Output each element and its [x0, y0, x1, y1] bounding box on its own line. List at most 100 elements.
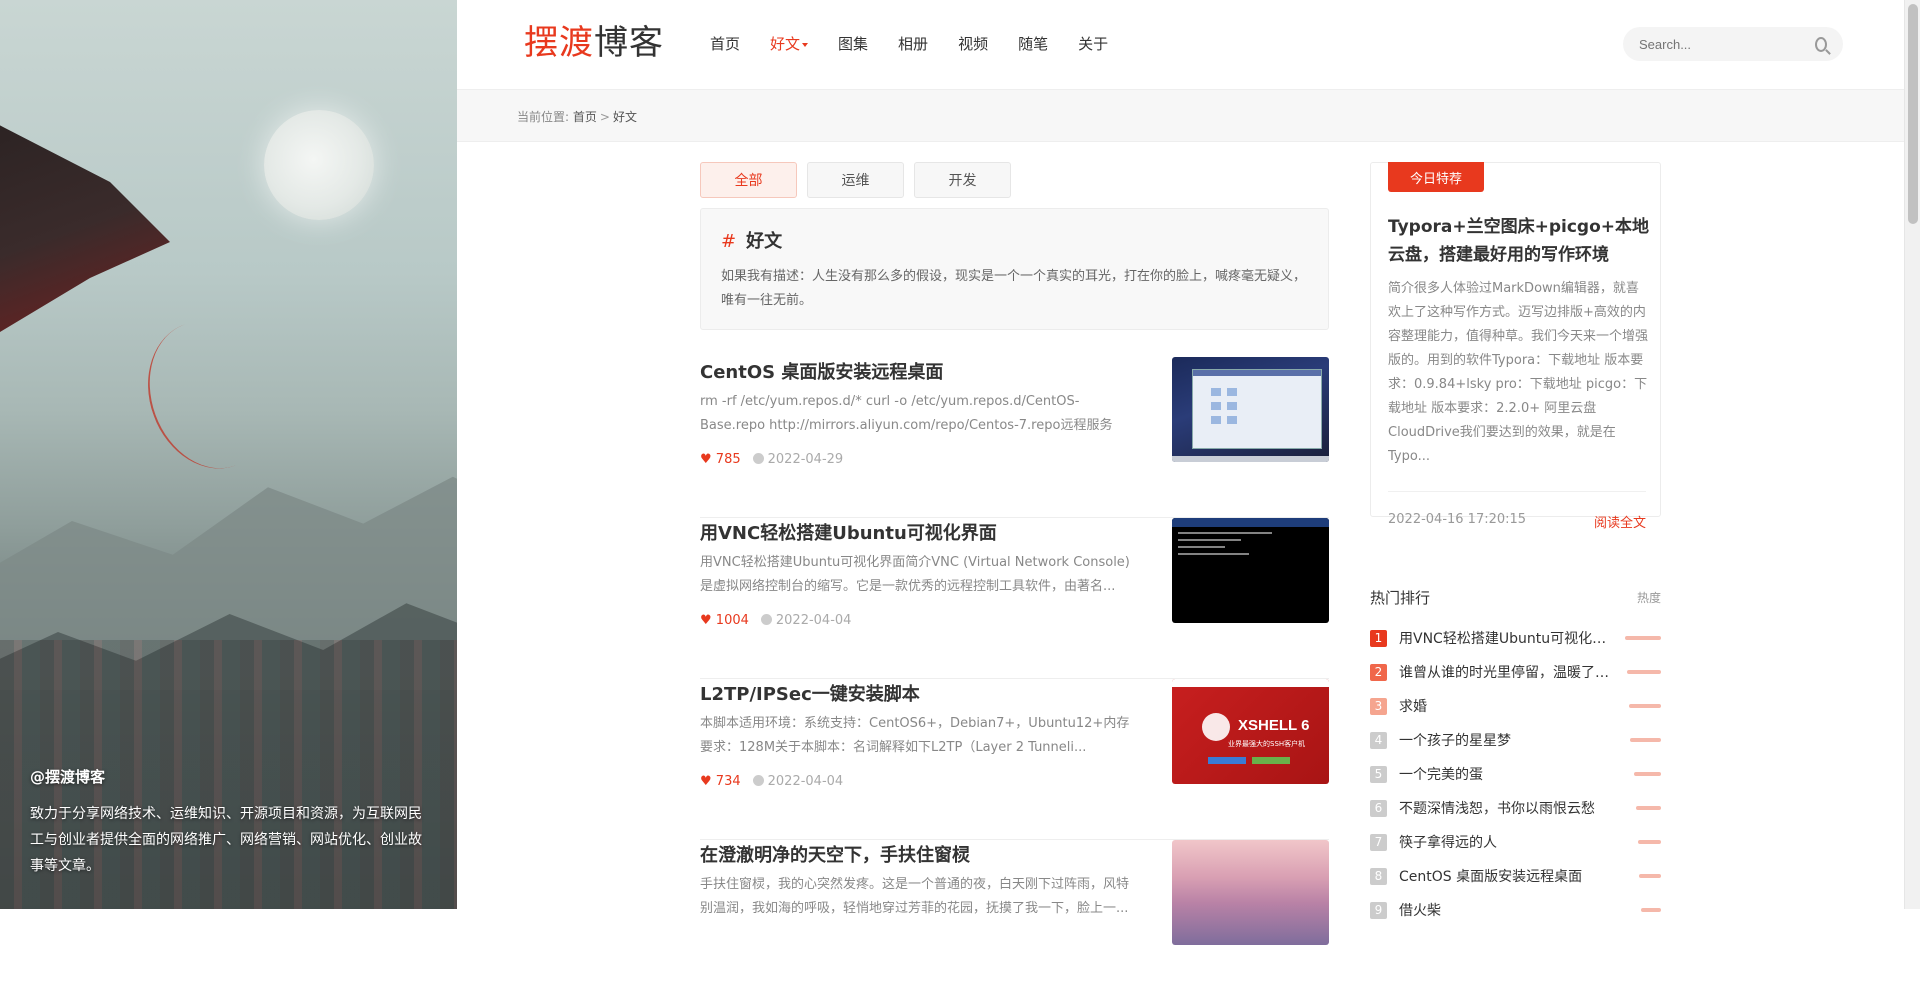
hot-item-title[interactable]: 求婚	[1399, 696, 1609, 716]
heat-bar	[1638, 840, 1661, 844]
tab-dev[interactable]: 开发	[914, 162, 1011, 198]
read-more-link[interactable]: 阅读全文	[1594, 512, 1646, 531]
tab-all[interactable]: 全部	[700, 162, 797, 198]
hot-item-title[interactable]: 用VNC轻松搭建Ubuntu可视化界面	[1399, 628, 1609, 648]
post-item: 在澄澈明净的天空下，手扶住窗棂 手扶住窗棂，我的心突然发疼。这是一个普通的夜，白…	[700, 840, 1329, 1001]
featured-title[interactable]: Typora+兰空图床+picgo+本地云盘，搭建最好用的写作环境	[1388, 213, 1650, 269]
nav-notes[interactable]: 随笔	[1018, 33, 1048, 54]
breadcrumb-separator: >	[599, 110, 610, 124]
likes-value: 734	[715, 774, 741, 789]
breadcrumb-bar: 当前位置: 首页 > 好文	[457, 90, 1904, 142]
hot-list-item[interactable]: 3 求婚	[1370, 689, 1661, 723]
hot-item-title[interactable]: 谁曾从谁的时光里停留，温暖了流年	[1399, 662, 1609, 682]
hot-item-title[interactable]: 一个完美的蛋	[1399, 764, 1609, 784]
breadcrumb-current: 好文	[612, 110, 637, 124]
search-box	[1623, 27, 1843, 61]
post-thumbnail[interactable]: XSHELL 6 业界最强大的SSH客户机	[1172, 679, 1329, 784]
likes-value: 785	[715, 452, 741, 467]
post-item: CentOS 桌面版安装远程桌面 rm -rf /etc/yum.repos.d…	[700, 357, 1329, 518]
folder-icon	[1227, 388, 1237, 396]
hot-list-item[interactable]: 1 用VNC轻松搭建Ubuntu可视化界面	[1370, 621, 1661, 655]
post-title[interactable]: 用VNC轻松搭建Ubuntu可视化界面	[700, 519, 997, 545]
post-title[interactable]: CentOS 桌面版安装远程桌面	[700, 358, 943, 384]
desktop-window	[1192, 369, 1322, 449]
hot-title: 热门排行	[1370, 588, 1431, 607]
search-icon[interactable]	[1815, 36, 1827, 52]
likes-count[interactable]: ♥ 734	[700, 774, 741, 789]
post-meta: ♥ 785 2022-04-29	[700, 452, 843, 467]
folder-icon	[1227, 416, 1237, 424]
nav-video[interactable]: 视频	[958, 33, 988, 54]
hot-item-title[interactable]: 一个孩子的星星梦	[1399, 730, 1609, 750]
breadcrumb-home[interactable]: 首页	[573, 110, 597, 124]
tab-ops[interactable]: 运维	[807, 162, 904, 198]
hash-icon: #	[721, 231, 737, 252]
caret-down-icon	[802, 42, 809, 47]
thumb-button	[1208, 757, 1246, 764]
site-logo[interactable]: 摆渡博客	[524, 22, 664, 64]
desktop-taskbar	[1172, 456, 1329, 462]
clock-icon	[752, 775, 764, 786]
likes-count[interactable]: ♥ 1004	[700, 613, 749, 628]
site-header: 摆渡博客 首页 好文 图集 相册 视频 随笔 关于	[457, 0, 1904, 90]
hero-banner: @摆渡博客 致力于分享网络技术、运维知识、开源项目和资源，为互联网民工与创业者提…	[0, 0, 457, 909]
hot-list-item[interactable]: 8 CentOS 桌面版安装远程桌面	[1370, 859, 1661, 893]
nav-articles-label: 好文	[770, 35, 801, 53]
hot-list-item[interactable]: 4 一个孩子的星星梦	[1370, 723, 1661, 757]
heat-bar	[1625, 636, 1661, 640]
main-nav: 首页 好文 图集 相册 视频 随笔 关于	[710, 33, 1138, 54]
hot-list-item[interactable]: 5 一个完美的蛋	[1370, 757, 1661, 791]
featured-divider	[1388, 491, 1646, 492]
folder-icon	[1211, 388, 1221, 396]
post-item: L2TP/IPSec一键安装脚本 本脚本适用环境：系统支持：CentOS6+，D…	[700, 679, 1329, 840]
likes-count[interactable]: ♥ 785	[700, 452, 741, 467]
post-thumbnail[interactable]	[1172, 357, 1329, 462]
post-date-value: 2022-04-04	[767, 774, 844, 789]
rank-badge: 2	[1370, 663, 1387, 681]
page-scrollbar[interactable]	[1904, 0, 1920, 909]
nav-home[interactable]: 首页	[710, 33, 740, 54]
heat-bar	[1629, 704, 1661, 708]
clock-icon	[752, 453, 764, 464]
hot-list-item[interactable]: 6 不题深情浅恕，书你以雨恨云愁	[1370, 791, 1661, 825]
hot-list-item[interactable]: 9 借火柴	[1370, 893, 1661, 927]
hot-list-item[interactable]: 2 谁曾从谁的时光里停留，温暖了流年	[1370, 655, 1661, 689]
category-heading: # 好文	[721, 227, 1308, 253]
pavilion-eave	[0, 110, 170, 350]
rank-badge: 6	[1370, 799, 1387, 817]
category-info: # 好文 如果我有描述：人生没有那么多的假设，现实是一个一个真实的耳光，打在你的脸…	[700, 208, 1329, 330]
post-date-value: 2022-04-04	[775, 613, 852, 628]
nav-articles[interactable]: 好文	[770, 33, 809, 54]
window-titlebar	[1193, 370, 1321, 376]
breadcrumb-prefix: 当前位置:	[517, 110, 570, 124]
rank-badge: 4	[1370, 731, 1387, 749]
moon-illustration	[264, 110, 374, 220]
nav-about[interactable]: 关于	[1078, 33, 1108, 54]
category-tabs: 全部 运维 开发	[700, 162, 1021, 198]
post-title[interactable]: 在澄澈明净的天空下，手扶住窗棂	[700, 841, 970, 867]
category-title: 好文	[746, 231, 783, 252]
nav-gallery[interactable]: 图集	[838, 33, 868, 54]
logo-red-text: 摆渡	[524, 23, 594, 63]
post-title[interactable]: L2TP/IPSec一键安装脚本	[700, 680, 920, 706]
terminal-line	[1178, 546, 1226, 548]
post-date: 2022-04-04	[760, 613, 852, 628]
nav-album[interactable]: 相册	[898, 33, 928, 54]
clock-icon	[760, 614, 772, 625]
hot-list-item[interactable]: 7 筷子拿得远的人	[1370, 825, 1661, 859]
likes-value: 1004	[715, 613, 749, 628]
post-thumbnail[interactable]	[1172, 518, 1329, 623]
scrollbar-thumb[interactable]	[1908, 4, 1918, 224]
search-input[interactable]	[1639, 36, 1815, 52]
post-thumbnail[interactable]	[1172, 840, 1329, 945]
heat-bar	[1627, 670, 1661, 674]
breadcrumb: 当前位置: 首页 > 好文	[517, 108, 637, 125]
hot-item-title[interactable]: 借火柴	[1399, 900, 1609, 920]
hot-item-title[interactable]: CentOS 桌面版安装远程桌面	[1399, 866, 1609, 886]
hot-subtitle: 热度	[1636, 590, 1661, 605]
hot-item-title[interactable]: 筷子拿得远的人	[1399, 832, 1609, 852]
hot-list: 1 用VNC轻松搭建Ubuntu可视化界面 2 谁曾从谁的时光里停留，温暖了流年 3 求婚…	[1370, 621, 1661, 927]
featured-description: 简介很多人体验过MarkDown编辑器，就喜欢上了这种写作方式。迈写边排版+高效…	[1388, 281, 1649, 464]
hot-item-title[interactable]: 不题深情浅恕，书你以雨恨云愁	[1399, 798, 1609, 818]
folder-icon	[1227, 402, 1237, 410]
